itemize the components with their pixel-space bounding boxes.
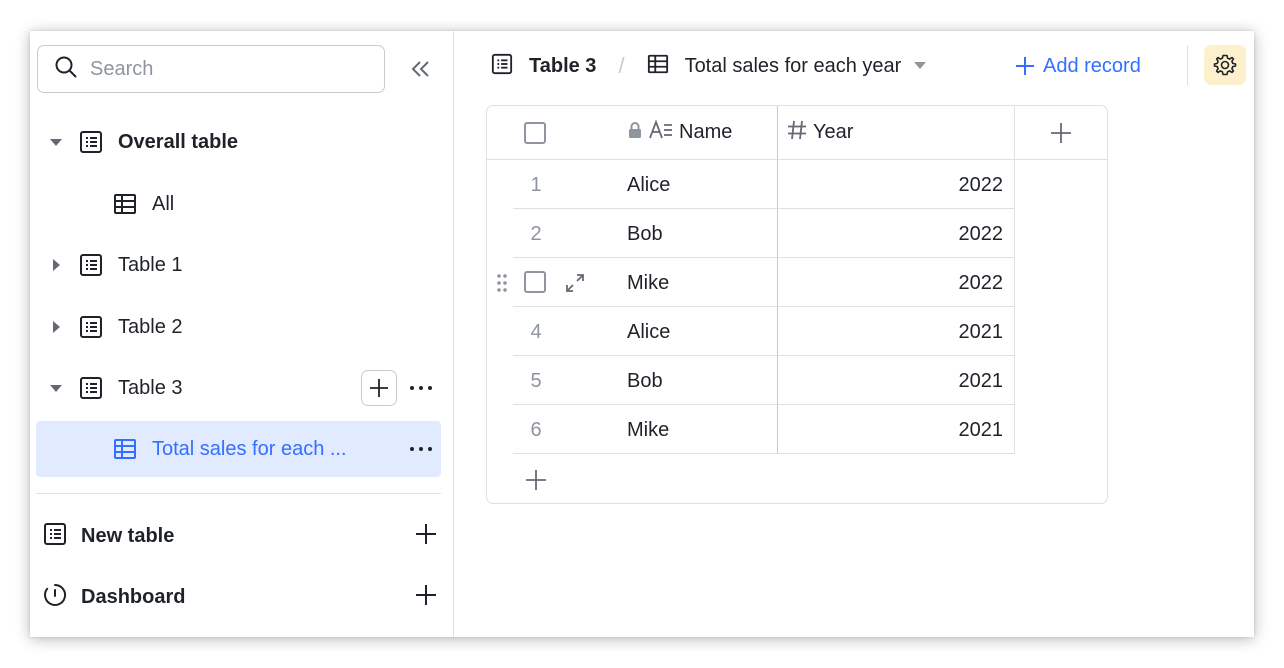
row-checkbox[interactable] (524, 271, 546, 293)
text-field-icon (649, 118, 673, 146)
cell-year[interactable]: 2022 (959, 223, 1004, 246)
gear-icon (1213, 54, 1237, 76)
column-header-year[interactable]: Year (787, 106, 853, 159)
breadcrumb-view-name[interactable]: Total sales for each year (685, 55, 902, 78)
sidebar-item-table-1[interactable]: Table 1 (36, 237, 441, 293)
add-view-button[interactable] (361, 370, 397, 406)
column-divider (1014, 106, 1015, 159)
breadcrumb: Table 3 / Total sales for each year (491, 49, 927, 83)
breadcrumb-separator: / (618, 53, 625, 78)
row-number: 1 (530, 174, 542, 196)
column-header-name[interactable]: Name (627, 106, 732, 159)
table-row[interactable]: 6 Mike 2021 (513, 405, 1015, 454)
settings-button[interactable] (1204, 45, 1246, 85)
cell-year[interactable]: 2022 (959, 272, 1004, 295)
select-all-checkbox[interactable] (524, 122, 546, 144)
more-icon[interactable] (407, 435, 435, 463)
cell-name[interactable]: Bob (627, 370, 663, 393)
grid-header: Name Year (487, 106, 1107, 160)
dashboard-icon (43, 583, 67, 612)
app-window: Overall table All Table 1 (30, 31, 1254, 637)
drag-handle-icon[interactable] (495, 272, 509, 294)
view-actions (407, 435, 435, 463)
cell-year[interactable]: 2021 (959, 321, 1004, 344)
column-divider (777, 106, 778, 159)
expand-icon[interactable] (563, 271, 587, 295)
table-row[interactable]: 2 Bob 2022 (513, 209, 1015, 258)
table-row-hovered[interactable]: Mike 2022 (497, 258, 1015, 307)
add-column-icon[interactable] (1049, 121, 1073, 145)
add-table-icon[interactable] (415, 523, 437, 550)
cell-name[interactable]: Alice (627, 321, 670, 344)
sidebar-item-label: Overall table (118, 130, 239, 153)
cell-name[interactable]: Alice (627, 174, 670, 197)
table-icon (491, 53, 513, 80)
dashboard-label: Dashboard (81, 585, 186, 608)
sidebar-item-table-3[interactable]: Table 3 (36, 360, 441, 416)
table-icon (78, 314, 104, 340)
caret-down-icon[interactable] (42, 137, 70, 147)
sidebar-item-overall-table[interactable]: Overall table (36, 114, 441, 170)
grid-view-icon (112, 191, 138, 217)
dropdown-caret-icon[interactable] (913, 57, 927, 75)
sidebar: Overall table All Table 1 (30, 31, 454, 637)
caret-right-icon[interactable] (42, 320, 70, 334)
caret-right-icon[interactable] (42, 258, 70, 272)
sidebar-item-total-sales-view[interactable]: Total sales for each ... (36, 421, 441, 477)
table-row[interactable]: 5 Bob 2021 (513, 356, 1015, 405)
add-row-icon[interactable] (524, 468, 548, 492)
sidebar-item-table-2[interactable]: Table 2 (36, 299, 441, 355)
row-number: 5 (530, 370, 542, 392)
cell-year[interactable]: 2021 (959, 419, 1004, 442)
column-header-label: Year (813, 121, 854, 143)
sidebar-divider (36, 493, 441, 494)
data-grid: Name Year 1 Alice 2022 2 Bob 2022 Mike 2… (486, 105, 1108, 504)
sidebar-item-label: All (152, 192, 175, 215)
table-row[interactable]: 1 Alice 2022 (513, 160, 1015, 209)
sidebar-item-label: Table 1 (118, 253, 183, 276)
column-header-label: Name (679, 121, 733, 143)
add-record-button[interactable]: Add record (1015, 49, 1141, 83)
dashboard-row[interactable]: Dashboard (43, 572, 437, 622)
new-table-row[interactable]: New table (43, 511, 437, 561)
table-row[interactable]: 4 Alice 2021 (513, 307, 1015, 356)
lock-icon (627, 121, 643, 145)
cell-name[interactable]: Mike (627, 272, 669, 295)
plus-icon (1016, 57, 1034, 75)
search-box[interactable] (37, 45, 385, 93)
cell-name[interactable]: Mike (627, 419, 669, 442)
sidebar-item-label: Total sales for each ... (152, 437, 347, 460)
plus-icon (370, 379, 388, 397)
table-3-actions (361, 370, 435, 406)
table-icon (78, 375, 104, 401)
sidebar-item-all-view[interactable]: All (36, 176, 441, 232)
add-dashboard-icon[interactable] (415, 584, 437, 611)
caret-down-icon[interactable] (42, 383, 70, 393)
cell-year[interactable]: 2022 (959, 174, 1004, 197)
table-icon (78, 252, 104, 278)
search-input[interactable] (90, 57, 370, 81)
row-number: 2 (530, 223, 542, 245)
cell-year[interactable]: 2021 (959, 370, 1004, 393)
grid-view-icon (112, 436, 138, 462)
grid-view-icon (647, 53, 669, 80)
breadcrumb-table-name[interactable]: Table 3 (529, 55, 596, 78)
number-field-icon (787, 120, 807, 146)
table-icon (43, 522, 67, 551)
row-number: 6 (530, 419, 542, 441)
row-number: 4 (530, 321, 542, 343)
main-area: Table 3 / Total sales for each year Add … (455, 31, 1254, 637)
add-record-label: Add record (1043, 54, 1141, 77)
sidebar-item-label: Table 3 (118, 376, 183, 399)
sidebar-item-label: Table 2 (118, 315, 183, 338)
table-icon (78, 129, 104, 155)
search-icon (54, 55, 78, 84)
collapse-sidebar-icon[interactable] (408, 57, 432, 81)
new-table-label: New table (81, 524, 175, 547)
cell-name[interactable]: Bob (627, 223, 663, 246)
more-icon[interactable] (407, 374, 435, 402)
toolbar-divider (1187, 45, 1188, 85)
